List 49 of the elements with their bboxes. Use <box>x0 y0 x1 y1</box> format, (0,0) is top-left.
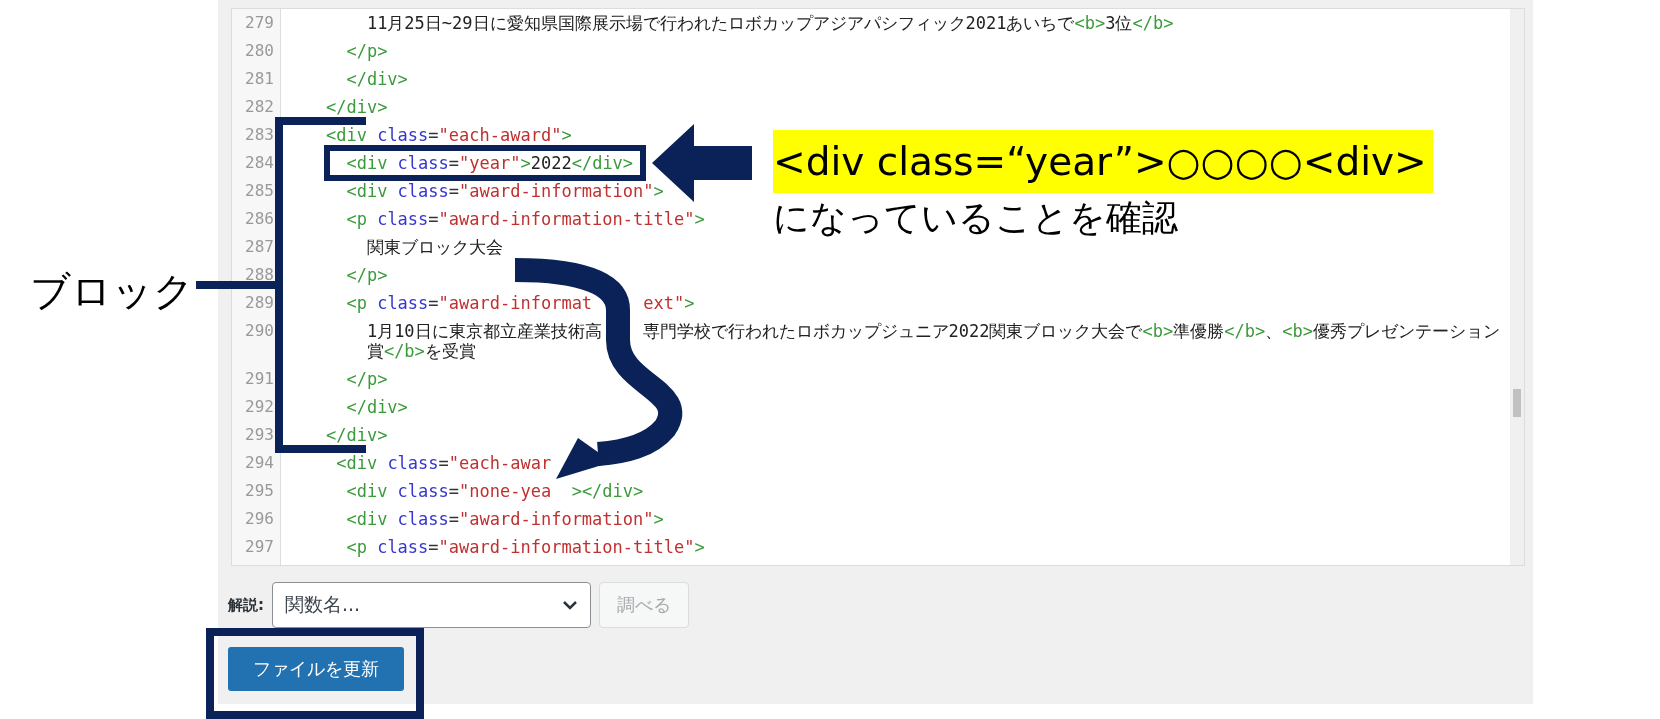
code-line: <p class="award-information-title"> <box>346 209 705 229</box>
line-number: 295 <box>244 480 275 502</box>
line-number: 284 <box>244 152 275 174</box>
line-number: 297 <box>244 536 275 558</box>
arrow-left-icon <box>652 124 752 202</box>
code-line: 11月25日~29日に愛知県国際展示場で行われたロボカップアジアパシフィック2021あいちで<b>3位</b> <box>366 13 1174 33</box>
code-line: </div> <box>325 425 388 445</box>
line-number: 283 <box>244 124 275 146</box>
code-line: 関東ブロック大会 <box>366 237 503 257</box>
line-number: 292 <box>244 396 275 418</box>
code-line: 1月10日に東京都立産業技術高 専門学校で行われたロボカップジュニア2022関東ブロック大会で<b>準優勝</b>、<b>優秀プレゼンテーション賞</b>を受賞 <box>366 321 1501 361</box>
callout-code-text: <div class=“year”>○○○○<div> <box>773 130 1433 193</box>
line-number: 287 <box>244 236 275 258</box>
function-select[interactable]: 関数名... <box>272 582 591 628</box>
line-number: 289 <box>244 292 275 314</box>
code-line: <div class="year">2022</div> <box>346 153 634 173</box>
line-number: 296 <box>244 508 275 530</box>
code-line: <div class="each-awar <box>336 453 552 473</box>
code-line: </p> <box>346 41 388 61</box>
code-line: <p class="award-information-title"> <box>346 537 705 557</box>
code-editor[interactable] <box>231 8 1525 566</box>
block-label: ブロック <box>30 267 194 316</box>
code-line: </p> <box>346 369 388 389</box>
line-number: 294 <box>244 452 275 474</box>
code-line: </p> <box>346 265 388 285</box>
lookup-label: 解説: <box>228 595 264 615</box>
scrollbar[interactable] <box>1510 9 1524 565</box>
code-line: </div> <box>325 97 388 117</box>
update-file-button[interactable]: ファイルを更新 <box>228 647 404 691</box>
code-line: <div class="award-information"> <box>346 509 664 529</box>
line-number: 293 <box>244 424 275 446</box>
line-number: 282 <box>244 96 275 118</box>
code-line: <div class="award-information"> <box>346 181 664 201</box>
code-line: <div class="each-award"> <box>325 125 572 145</box>
line-number: 285 <box>244 180 275 202</box>
line-number: 281 <box>244 68 275 90</box>
code-line: </div> <box>346 397 408 417</box>
chevron-down-icon <box>562 600 578 610</box>
code-line: <p class="award-informat ext"> <box>346 293 695 313</box>
line-number: 279 <box>244 12 275 34</box>
code-line: </div> <box>346 69 408 89</box>
line-number: 288 <box>244 264 275 286</box>
line-number: 290 <box>244 320 275 342</box>
line-number: 286 <box>244 208 275 230</box>
scrollbar-thumb[interactable] <box>1513 389 1521 417</box>
callout-note-text: になっていることを確認 <box>773 196 1178 240</box>
code-line: <div class="none-yea ></div> <box>346 481 644 501</box>
line-number: 280 <box>244 40 275 62</box>
line-number: 291 <box>244 368 275 390</box>
